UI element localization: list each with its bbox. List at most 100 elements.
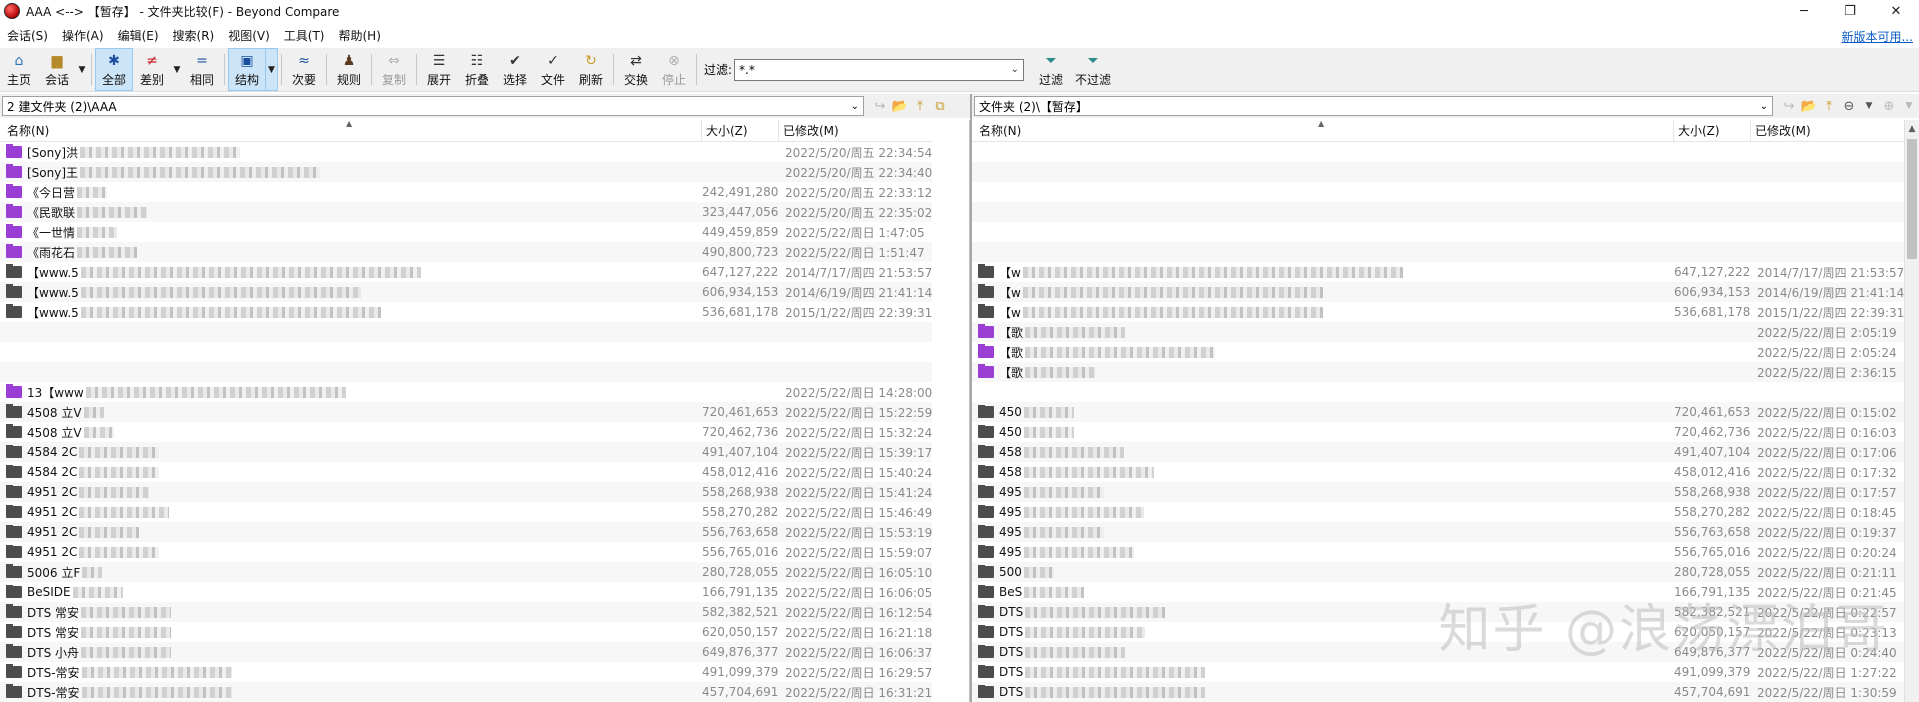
open-folder-icon[interactable]: 📂 bbox=[890, 97, 910, 115]
left-path-input[interactable]: 2 建文件夹 (2)\AAA ⌄ bbox=[2, 96, 864, 116]
file-row[interactable]: DTS 457,704,691 2022/5/22/周日 1:30:59 bbox=[972, 682, 1904, 702]
file-row[interactable] bbox=[972, 382, 1904, 402]
file-row[interactable]: DTS 常安 582,382,521 2022/5/22/周日 16:12:54 bbox=[0, 602, 932, 622]
go-icon[interactable]: ↪ bbox=[870, 97, 890, 115]
column-modified[interactable]: 已修改(M) bbox=[1751, 120, 1901, 141]
minor-button[interactable]: ≈ 次要 bbox=[285, 48, 323, 91]
menu-search[interactable]: 搜索(R) bbox=[166, 27, 222, 44]
swap-button[interactable]: ⇄ 交换 bbox=[617, 48, 655, 91]
file-row[interactable]: DTS 小舟 649,876,377 2022/5/22/周日 16:06:37 bbox=[0, 642, 932, 662]
file-row[interactable]: 450 720,461,653 2022/5/22/周日 0:15:02 bbox=[972, 402, 1904, 422]
file-row[interactable]: 450 720,462,736 2022/5/22/周日 0:16:03 bbox=[972, 422, 1904, 442]
menu-tools[interactable]: 工具(T) bbox=[277, 27, 332, 44]
file-row[interactable]: BeSIDE 166,791,135 2022/5/22/周日 16:06:05 bbox=[0, 582, 932, 602]
file-row[interactable] bbox=[972, 242, 1904, 262]
file-row[interactable]: 4951 2C 558,268,938 2022/5/22/周日 15:41:24 bbox=[0, 482, 932, 502]
file-row[interactable]: BeS 166,791,135 2022/5/22/周日 0:21:45 bbox=[972, 582, 1904, 602]
file-row[interactable]: DTS 491,099,379 2022/5/22/周日 1:27:22 bbox=[972, 662, 1904, 682]
file-row[interactable]: 4951 2C 556,763,658 2022/5/22/周日 15:53:19 bbox=[0, 522, 932, 542]
file-row[interactable]: 458 458,012,416 2022/5/22/周日 0:17:32 bbox=[972, 462, 1904, 482]
structure-button[interactable]: ▣ 结构 bbox=[228, 48, 266, 91]
stop-button[interactable]: ⊗ 停止 bbox=[655, 48, 693, 91]
open-folder-icon[interactable]: 📂 bbox=[1799, 97, 1819, 115]
menu-edit[interactable]: 编辑(E) bbox=[111, 27, 166, 44]
file-row[interactable]: 495 556,765,016 2022/5/22/周日 0:20:24 bbox=[972, 542, 1904, 562]
home-button[interactable]: ⌂ 主页 bbox=[0, 48, 38, 91]
file-row[interactable]: 【w 647,127,222 2014/7/17/周四 21:53:57 bbox=[972, 262, 1904, 282]
parent-folder-icon[interactable]: ⤒ bbox=[910, 97, 930, 115]
files-button[interactable]: ✓ 文件 bbox=[534, 48, 572, 91]
new-version-link[interactable]: 新版本可用... bbox=[1842, 28, 1913, 45]
column-size[interactable]: 大小(Z) bbox=[702, 120, 779, 141]
file-row[interactable]: DTS-常安 491,099,379 2022/5/22/周日 16:29:57 bbox=[0, 662, 932, 682]
chevron-down-icon[interactable]: ⌄ bbox=[1760, 101, 1768, 112]
file-row[interactable] bbox=[972, 162, 1904, 182]
file-row[interactable]: 【www.5 606,934,153 2014/6/19/周四 21:41:14 bbox=[0, 282, 932, 302]
file-row[interactable]: 《雨花石 490,800,723 2022/5/22/周日 1:51:47 bbox=[0, 242, 932, 262]
show-same-button[interactable]: = 相同 bbox=[183, 48, 221, 91]
file-row[interactable]: 【www.5 536,681,178 2015/1/22/周四 22:39:31 bbox=[0, 302, 932, 322]
right-file-pane[interactable]: ▲ 名称(N) 大小(Z) 已修改(M) 【w 647,127,222 2014/7… bbox=[972, 120, 1904, 702]
file-row[interactable] bbox=[0, 322, 932, 342]
file-row[interactable]: [Sony]洪 2022/5/20/周五 22:34:54 bbox=[0, 142, 932, 162]
minimize-icon[interactable]: ─ bbox=[1781, 0, 1827, 22]
file-row[interactable]: 【www.5 647,127,222 2014/7/17/周四 21:53:57 bbox=[0, 262, 932, 282]
column-modified[interactable]: 已修改(M) bbox=[779, 120, 929, 141]
copy-button[interactable]: ⇔ 复制 bbox=[375, 48, 413, 91]
chevron-down-icon[interactable]: ⌄ bbox=[851, 101, 859, 112]
file-row[interactable]: 458 491,407,104 2022/5/22/周日 0:17:06 bbox=[972, 442, 1904, 462]
file-row[interactable]: 4508 立V 720,462,736 2022/5/22/周日 15:32:24 bbox=[0, 422, 932, 442]
file-row[interactable]: 【歌 2022/5/22/周日 2:05:24 bbox=[972, 342, 1904, 362]
file-row[interactable]: 《民歌联 323,447,056 2022/5/20/周五 22:35:02 bbox=[0, 202, 932, 222]
scrollbar-thumb[interactable] bbox=[1907, 139, 1917, 259]
file-row[interactable]: DTS 常安 620,050,157 2022/5/22/周日 16:21:18 bbox=[0, 622, 932, 642]
structure-dropdown[interactable]: ▼ bbox=[266, 48, 278, 91]
file-row[interactable]: 495 558,270,282 2022/5/22/周日 0:18:45 bbox=[972, 502, 1904, 522]
file-row[interactable]: 【w 536,681,178 2015/1/22/周四 22:39:31 bbox=[972, 302, 1904, 322]
session-dropdown[interactable]: ▼ bbox=[76, 48, 88, 91]
forward-icon[interactable]: ⊕ bbox=[1879, 97, 1899, 115]
expand-button[interactable]: ☰ 展开 bbox=[420, 48, 458, 91]
go-icon[interactable]: ↪ bbox=[1779, 97, 1799, 115]
file-row[interactable]: 【歌 2022/5/22/周日 2:05:19 bbox=[972, 322, 1904, 342]
file-row[interactable]: 5006 立F 280,728,055 2022/5/22/周日 16:05:10 bbox=[0, 562, 932, 582]
file-row[interactable]: 《一世情 449,459,859 2022/5/22/周日 1:47:05 bbox=[0, 222, 932, 242]
file-row[interactable]: 4584 2C 491,407,104 2022/5/22/周日 15:39:17 bbox=[0, 442, 932, 462]
restore-icon[interactable]: ❐ bbox=[1827, 0, 1873, 22]
browse-folder-icon[interactable]: ⧉ bbox=[930, 97, 950, 115]
refresh-button[interactable]: ↻ 刷新 bbox=[572, 48, 610, 91]
file-row[interactable]: 4951 2C 556,765,016 2022/5/22/周日 15:59:07 bbox=[0, 542, 932, 562]
chevron-down-icon[interactable]: ▼ bbox=[1899, 97, 1919, 115]
file-row[interactable]: 495 556,763,658 2022/5/22/周日 0:19:37 bbox=[972, 522, 1904, 542]
file-row[interactable] bbox=[0, 342, 932, 362]
rules-button[interactable]: ♟ 规则 bbox=[330, 48, 368, 91]
file-row[interactable] bbox=[972, 182, 1904, 202]
menu-help[interactable]: 帮助(H) bbox=[332, 27, 388, 44]
file-row[interactable]: 495 558,268,938 2022/5/22/周日 0:17:57 bbox=[972, 482, 1904, 502]
no-filter-button[interactable]: ⏷ 不过滤 bbox=[1070, 48, 1116, 91]
file-row[interactable]: 500 280,728,055 2022/5/22/周日 0:21:11 bbox=[972, 562, 1904, 582]
show-all-button[interactable]: ✱ 全部 bbox=[95, 48, 133, 91]
select-button[interactable]: ✔ 选择 bbox=[496, 48, 534, 91]
show-diff-button[interactable]: ≠ 差别 bbox=[133, 48, 171, 91]
filter-input[interactable]: *.* ⌄ bbox=[734, 58, 1025, 81]
right-scrollbar[interactable]: ▲ bbox=[1904, 120, 1919, 702]
file-row[interactable] bbox=[972, 202, 1904, 222]
collapse-button[interactable]: ☷ 折叠 bbox=[458, 48, 496, 91]
file-row[interactable]: 4951 2C 558,270,282 2022/5/22/周日 15:46:49 bbox=[0, 502, 932, 522]
file-row[interactable] bbox=[972, 142, 1904, 162]
file-row[interactable]: 【歌 2022/5/22/周日 2:36:15 bbox=[972, 362, 1904, 382]
file-row[interactable]: 《今日营 242,491,280 2022/5/20/周五 22:33:12 bbox=[0, 182, 932, 202]
menu-view[interactable]: 视图(V) bbox=[221, 27, 277, 44]
file-row[interactable]: DTS-常安 457,704,691 2022/5/22/周日 16:31:21 bbox=[0, 682, 932, 702]
back-icon[interactable]: ⊖ bbox=[1839, 97, 1859, 115]
menu-session[interactable]: 会话(S) bbox=[0, 27, 55, 44]
file-row[interactable]: DTS 582,382,521 2022/5/22/周日 0:22:57 bbox=[972, 602, 1904, 622]
parent-folder-icon[interactable]: ⤒ bbox=[1819, 97, 1839, 115]
file-row[interactable]: 【w 606,934,153 2014/6/19/周四 21:41:14 bbox=[972, 282, 1904, 302]
chevron-down-icon[interactable]: ▼ bbox=[1859, 97, 1879, 115]
file-row[interactable]: 4584 2C 458,012,416 2022/5/22/周日 15:40:24 bbox=[0, 462, 932, 482]
column-size[interactable]: 大小(Z) bbox=[1674, 120, 1751, 141]
file-row[interactable]: [Sony]王 2022/5/20/周五 22:34:40 bbox=[0, 162, 932, 182]
diff-dropdown[interactable]: ▼ bbox=[171, 48, 183, 91]
